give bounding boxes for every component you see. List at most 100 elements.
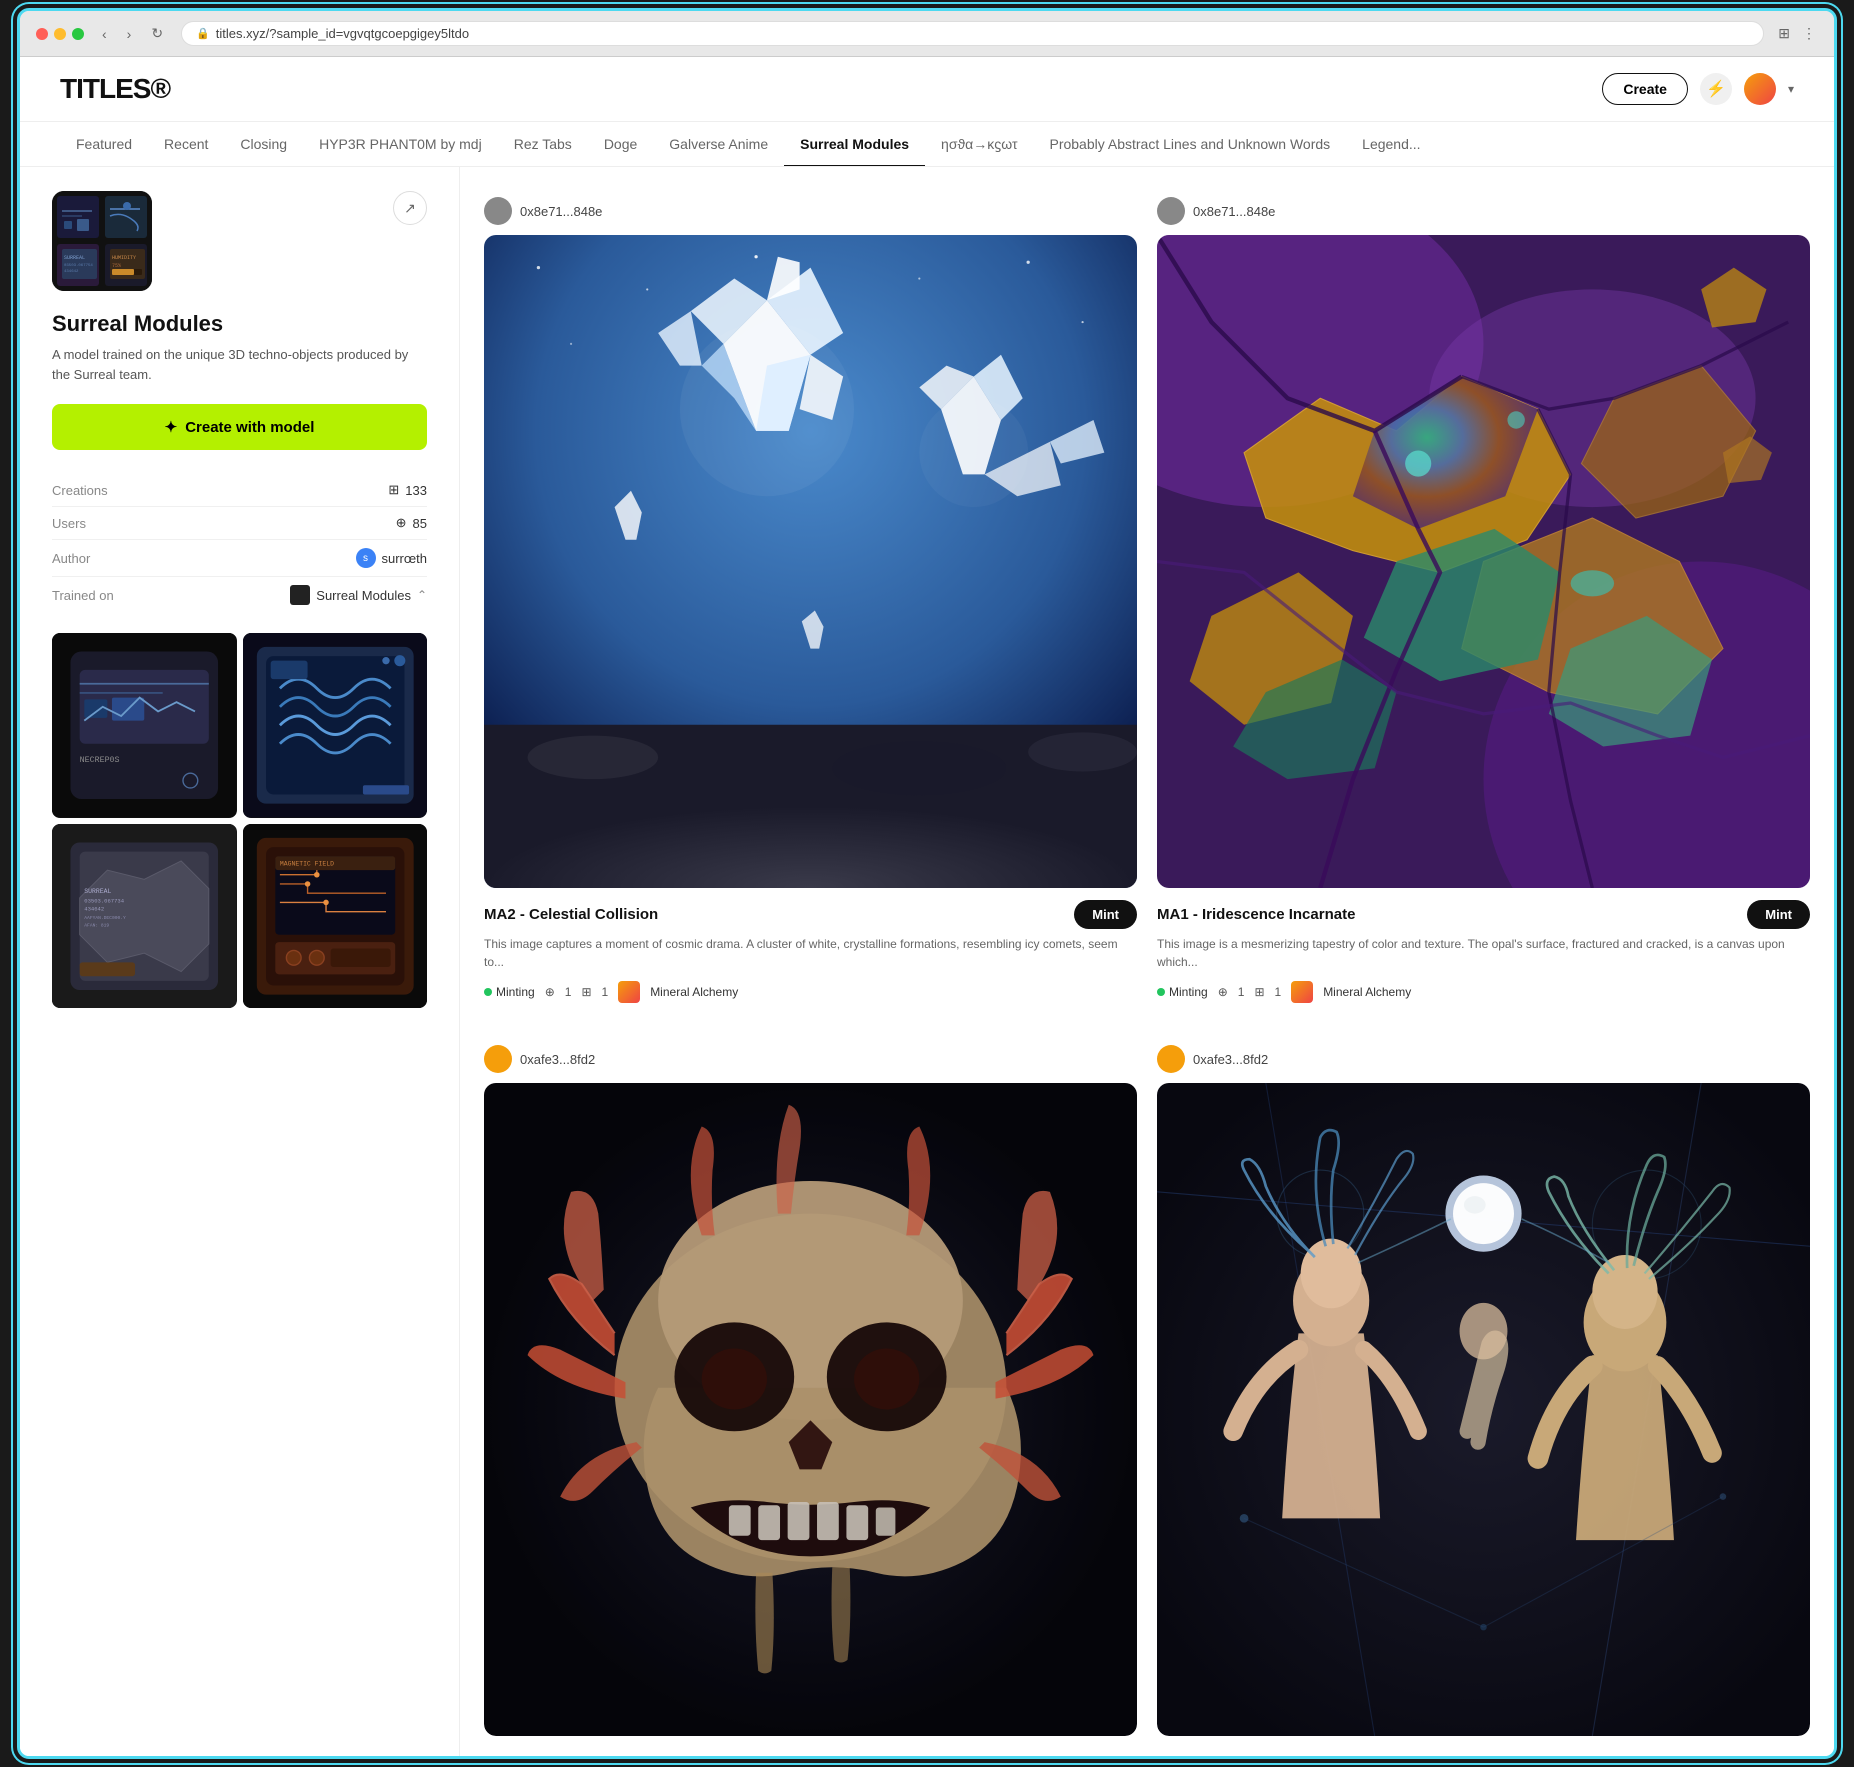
grid-image-2-svg xyxy=(243,633,428,818)
creations-label: Creations xyxy=(52,483,108,498)
user-avatar[interactable] xyxy=(1744,73,1776,105)
users-label: Users xyxy=(52,516,86,531)
sidebar-grid-item-2[interactable] xyxy=(243,633,428,818)
card-2-status: Minting xyxy=(1169,985,1208,999)
svg-text:434642: 434642 xyxy=(84,905,104,912)
card-3-avatar xyxy=(484,1045,512,1073)
back-button[interactable]: ‹ xyxy=(96,23,113,44)
card-4-username: 0xafe3...8fd2 xyxy=(1193,1052,1268,1067)
share-icon: ↗ xyxy=(404,200,416,217)
tab-new-button[interactable]: ⊞ xyxy=(1776,23,1792,44)
maximize-dot[interactable] xyxy=(72,28,84,40)
nav-item-rez[interactable]: Rez Tabs xyxy=(498,122,588,166)
model-description: A model trained on the unique 3D techno-… xyxy=(52,345,427,384)
create-header-button[interactable]: Create xyxy=(1602,73,1688,105)
creations-stat: Creations ⊞ 133 xyxy=(52,474,427,507)
app-container: TITLES® Create ⚡ ▾ Featured Recent Closi… xyxy=(20,57,1834,1756)
share-button[interactable]: ↗ xyxy=(393,191,427,225)
grid-image-3-svg: SURREAL 03503.067734 434642 AAFYAN.DEC00… xyxy=(52,824,237,1009)
app-nav: Featured Recent Closing HYP3R PHANT0M by… xyxy=(20,122,1834,167)
card-4-avatar xyxy=(1157,1045,1185,1073)
card-2-meta: Minting ⊕ 1 ⊞ 1 Mineral Alchemy xyxy=(1157,981,1810,1003)
nav-item-greek[interactable]: ησϑα→κϛωτ xyxy=(925,122,1033,166)
users-icon: ⊕ xyxy=(396,515,407,531)
window-controls xyxy=(36,28,84,40)
nav-item-galverse[interactable]: Galverse Anime xyxy=(653,122,784,166)
card-2-username: 0x8e71...848e xyxy=(1193,204,1275,219)
card-figures: 0xafe3...8fd2 xyxy=(1157,1035,1810,1736)
card-1-body: MA2 - Celestial Collision Mint This imag… xyxy=(484,888,1137,1015)
svg-text:03503.067734: 03503.067734 xyxy=(84,897,124,904)
card-2-collection: Mineral Alchemy xyxy=(1323,985,1411,999)
nav-item-recent[interactable]: Recent xyxy=(148,122,224,166)
sidebar-image-grid: NECREP0S xyxy=(52,633,427,1008)
card-iridescence: 0x8e71...848e xyxy=(1157,187,1810,1015)
mint-status-dot xyxy=(484,988,492,996)
nav-item-abstract[interactable]: Probably Abstract Lines and Unknown Word… xyxy=(1033,122,1346,166)
trained-on-stat: Trained on Surreal Modules ⌃ xyxy=(52,577,427,613)
grid-image-4-svg: MAGNETIC FIELD xyxy=(243,824,428,1009)
card-4-user: 0xafe3...8fd2 xyxy=(1157,1035,1810,1083)
card-3-username: 0xafe3...8fd2 xyxy=(520,1052,595,1067)
nav-item-surreal[interactable]: Surreal Modules xyxy=(784,122,925,166)
card-1-likes: 1 xyxy=(565,985,572,999)
nav-item-doge[interactable]: Doge xyxy=(588,122,653,166)
users-value: ⊕ 85 xyxy=(396,515,427,531)
nav-item-legend[interactable]: Legend... xyxy=(1346,122,1436,166)
close-dot[interactable] xyxy=(36,28,48,40)
card-1-image-area[interactable] xyxy=(484,235,1137,888)
sidebar-grid-item-4[interactable]: MAGNETIC FIELD xyxy=(243,824,428,1009)
card-4-image-area[interactable] xyxy=(1157,1083,1810,1736)
nav-item-hyp3r[interactable]: HYP3R PHANT0M by mdj xyxy=(303,122,498,166)
address-bar[interactable]: 🔒 titles.xyz/?sample_id=vgvqtgcoepgigey5… xyxy=(181,21,1764,46)
card-4-svg xyxy=(1157,1083,1810,1736)
author-stat: Author s surrœth xyxy=(52,540,427,577)
card-3-user: 0xafe3...8fd2 xyxy=(484,1035,1137,1083)
card-2-title: MA1 - Iridescence Incarnate xyxy=(1157,906,1355,923)
sidebar: SURREAL 03503.067754 434642 HUMIDITY 75%… xyxy=(20,167,460,1756)
trained-value: Surreal Modules ⌃ xyxy=(290,585,427,605)
lock-icon: 🔒 xyxy=(196,27,210,40)
stats-section: Creations ⊞ 133 Users ⊕ 85 xyxy=(52,474,427,613)
card-2-mint-button[interactable]: Mint xyxy=(1747,900,1810,929)
card-1-meta: Minting ⊕ 1 ⊞ 1 Mineral Alchemy xyxy=(484,981,1137,1003)
card-2-image-area[interactable] xyxy=(1157,235,1810,888)
card-1-avatar xyxy=(484,197,512,225)
model-thumb-svg: SURREAL 03503.067754 434642 HUMIDITY 75% xyxy=(52,191,152,291)
nav-item-closing[interactable]: Closing xyxy=(224,122,303,166)
svg-text:434642: 434642 xyxy=(64,270,79,274)
card-2-avatar xyxy=(1157,197,1185,225)
sidebar-grid-item-1[interactable]: NECREP0S xyxy=(52,633,237,818)
refresh-button[interactable]: ↻ xyxy=(145,23,169,44)
browser-chrome: ‹ › ↻ 🔒 titles.xyz/?sample_id=vgvqtgcoep… xyxy=(20,11,1834,57)
lightning-icon-button[interactable]: ⚡ xyxy=(1700,73,1732,105)
create-model-button[interactable]: ✦ Create with model xyxy=(52,404,427,450)
card-1-collection: Mineral Alchemy xyxy=(650,985,738,999)
minimize-dot[interactable] xyxy=(54,28,66,40)
svg-text:MAGNETIC FIELD: MAGNETIC FIELD xyxy=(279,860,333,867)
browser-nav: ‹ › ↻ xyxy=(96,23,169,44)
card-1-username: 0x8e71...848e xyxy=(520,204,602,219)
svg-text:AFAN: 819: AFAN: 819 xyxy=(84,922,109,928)
card-celestial: 0x8e71...848e xyxy=(484,187,1137,1015)
author-label: Author xyxy=(52,551,90,566)
card-skull: 0xafe3...8fd2 xyxy=(484,1035,1137,1736)
card-1-title: MA2 - Celestial Collision xyxy=(484,906,658,923)
card-3-image-area[interactable] xyxy=(484,1083,1137,1736)
card-1-fork-icon: ⊞ xyxy=(581,985,591,999)
card-2-fork-icon: ⊞ xyxy=(1254,985,1264,999)
forward-button[interactable]: › xyxy=(121,23,138,44)
sidebar-grid-item-3[interactable]: SURREAL 03503.067734 434642 AAFYAN.DEC00… xyxy=(52,824,237,1009)
nav-item-featured[interactable]: Featured xyxy=(60,122,148,166)
user-menu-chevron[interactable]: ▾ xyxy=(1788,82,1794,96)
app-logo: TITLES® xyxy=(60,73,170,105)
browser-window: ‹ › ↻ 🔒 titles.xyz/?sample_id=vgvqtgcoep… xyxy=(17,8,1837,1759)
app-header: TITLES® Create ⚡ ▾ xyxy=(20,57,1834,122)
collapse-button[interactable]: ⌃ xyxy=(417,588,427,602)
sidebar-toggle[interactable]: ⋮ xyxy=(1800,23,1818,44)
card-2-likes: 1 xyxy=(1238,985,1245,999)
card-1-like-icon: ⊕ xyxy=(545,985,555,999)
card-3-svg xyxy=(484,1083,1137,1736)
card-1-collection-thumb xyxy=(618,981,640,1003)
card-1-mint-button[interactable]: Mint xyxy=(1074,900,1137,929)
